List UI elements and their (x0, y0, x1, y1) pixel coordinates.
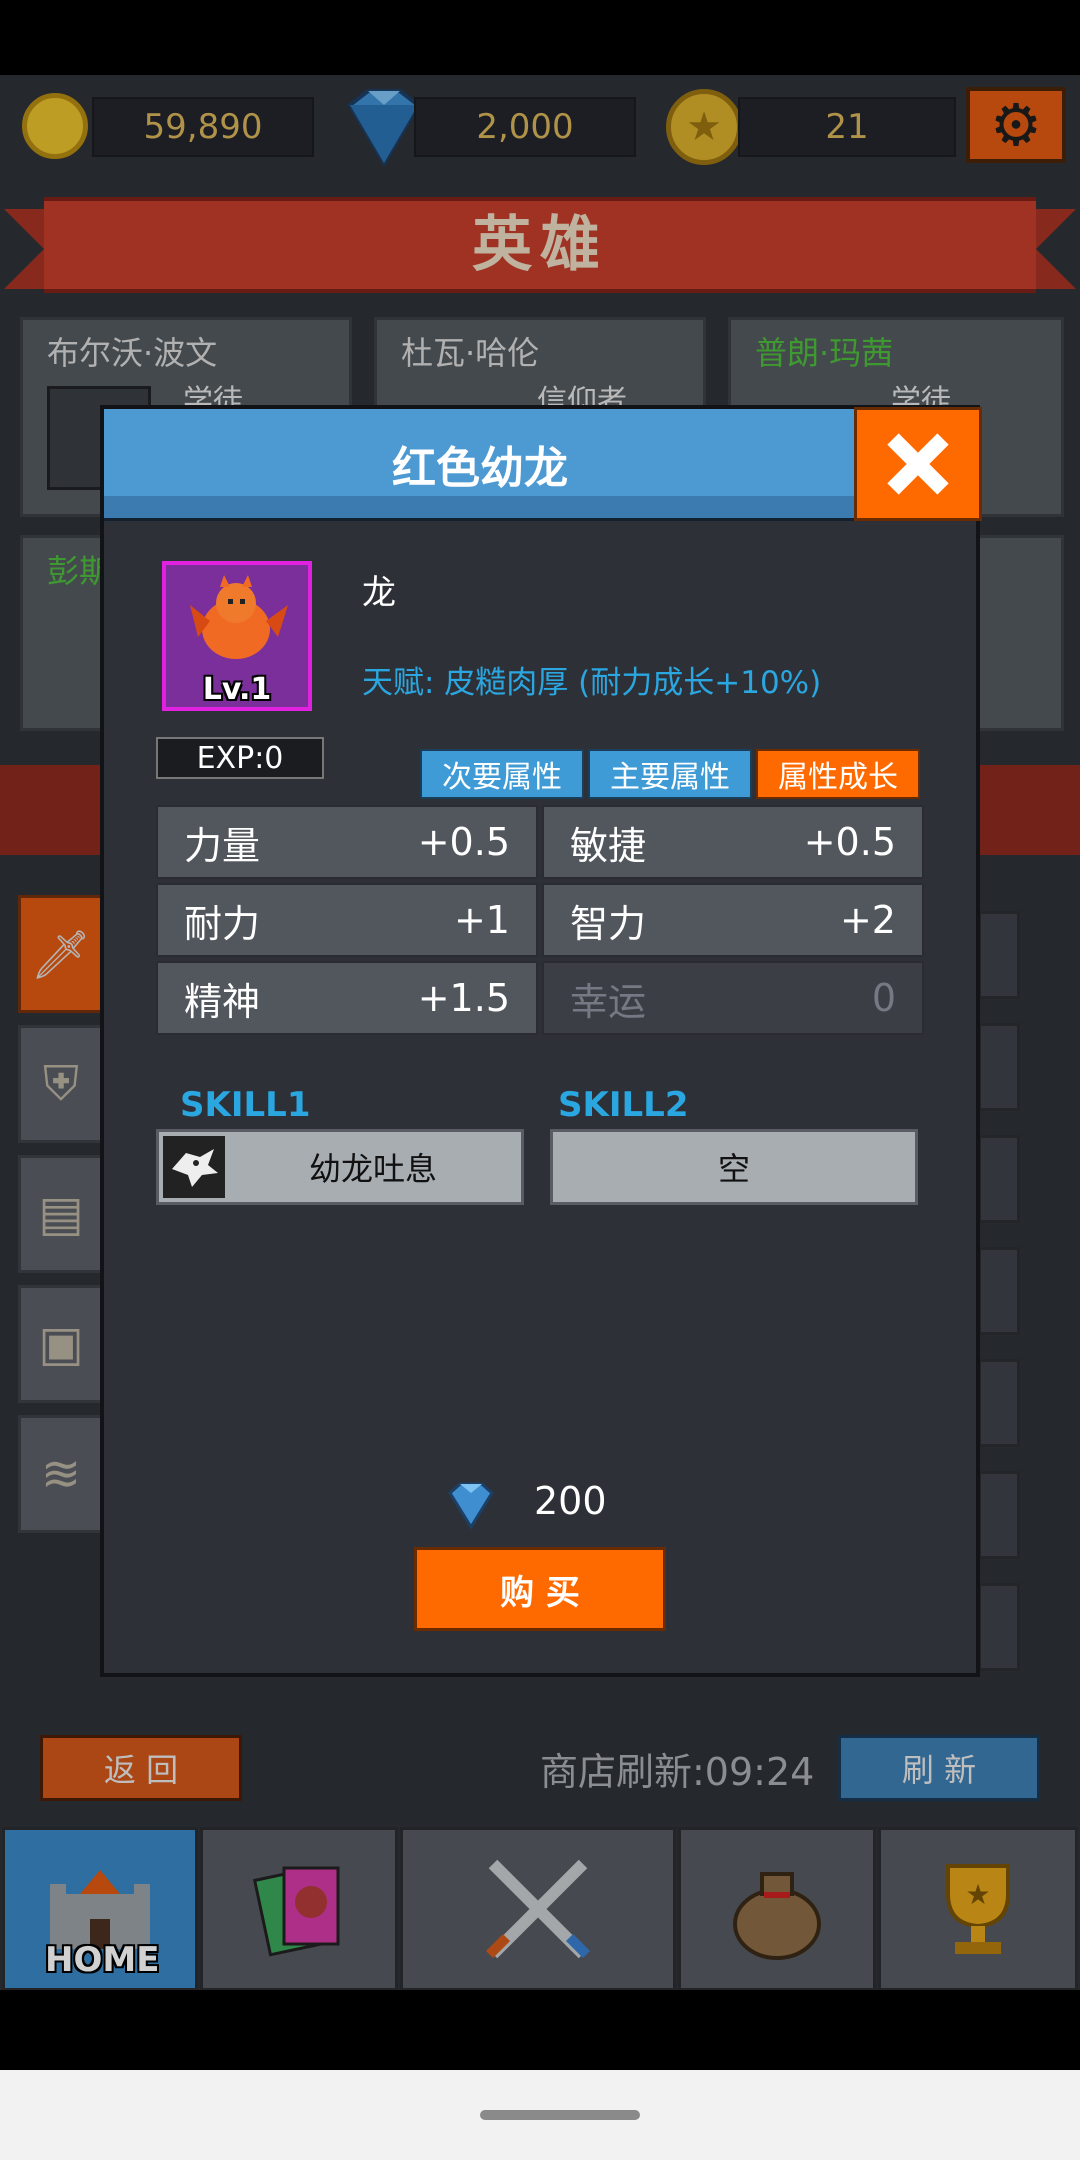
tab-stat-growth[interactable]: 属性成长 (756, 749, 920, 799)
stat-label: 幸运 (570, 979, 647, 1024)
pet-talent: 天赋: 皮糙肉厚 (耐力成长+10%) (362, 665, 822, 701)
exp-label: EXP:0 (156, 737, 324, 779)
buy-button[interactable]: 购 买 (414, 1547, 666, 1631)
pet-portrait: Lv.1 (162, 561, 312, 711)
stat-intelligence: 智力 +2 (542, 883, 924, 957)
stat-value: +2 (839, 898, 896, 942)
stat-spirit: 精神 +1.5 (156, 961, 538, 1035)
skill2-slot[interactable]: 空 (550, 1129, 918, 1205)
stat-value: +0.5 (803, 820, 896, 864)
stat-label: 智力 (570, 901, 647, 946)
stat-stamina: 耐力 +1 (156, 883, 538, 957)
price-gem-icon (444, 1481, 498, 1533)
stat-label: 力量 (184, 823, 261, 868)
price-value: 200 (534, 1479, 607, 1523)
stat-label: 敏捷 (570, 823, 647, 868)
stat-label: 精神 (184, 979, 261, 1024)
tab-secondary-stats[interactable]: 次要属性 (420, 749, 584, 799)
stat-agility: 敏捷 +0.5 (542, 805, 924, 879)
pet-type: 龙 (362, 573, 396, 613)
skill1-name: 幼龙吐息 (308, 1150, 437, 1188)
close-button[interactable] (854, 407, 982, 521)
tab-primary-stats[interactable]: 主要属性 (588, 749, 752, 799)
stat-value: +0.5 (417, 820, 510, 864)
pet-detail-modal: 红色幼龙 Lv.1 龙 天赋: 皮糙肉厚 (耐力成长+10%) EXP:0 次要… (100, 405, 982, 1677)
stat-value: 0 (871, 976, 896, 1020)
close-icon (887, 433, 949, 495)
stat-label: 耐力 (184, 901, 261, 946)
modal-title: 红色幼龙 (104, 409, 856, 521)
red-dragon-icon (190, 575, 288, 659)
stat-value: +1.5 (417, 976, 510, 1020)
home-indicator[interactable] (480, 2110, 640, 2120)
stat-strength: 力量 +0.5 (156, 805, 538, 879)
pet-level: Lv.1 (202, 672, 272, 707)
stat-luck: 幸运 0 (542, 961, 924, 1035)
stat-value: +1 (453, 898, 510, 942)
skill2-title: SKILL2 (558, 1085, 689, 1125)
skill1-title: SKILL1 (180, 1085, 311, 1125)
skill1-slot[interactable]: 幼龙吐息 (156, 1129, 524, 1205)
skill2-name: 空 (717, 1150, 750, 1188)
dragon-breath-icon (163, 1136, 225, 1198)
